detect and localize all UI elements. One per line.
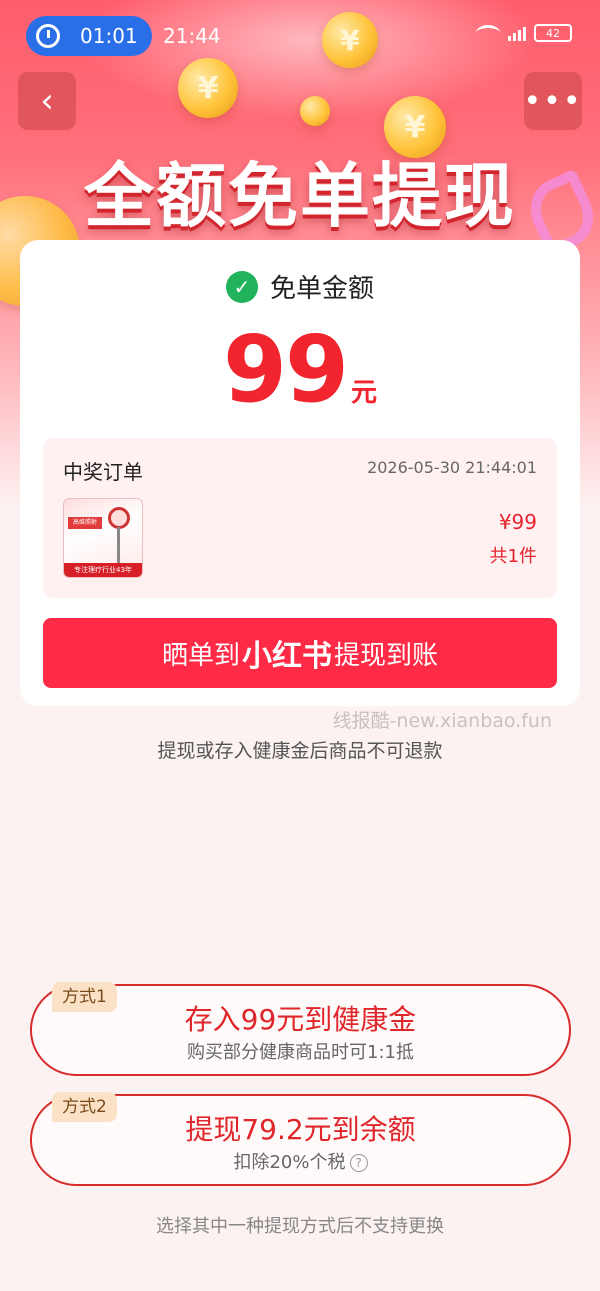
thumb-band: 专注理疗行业43年 (64, 563, 142, 577)
order-title: 中奖订单 (63, 460, 143, 484)
option-subtitle: 购买部分健康商品时可1:1抵 (187, 1042, 414, 1063)
chevron-left-icon: ‹ (40, 81, 54, 121)
share-to-xiaohongshu-button[interactable]: 晒单到 小红书 提现到账 (43, 618, 557, 688)
option-withdraw-balance[interactable]: 方式2 提现79.2元到余额 扣除20%个税? (30, 1092, 571, 1186)
option-health-fund[interactable]: 方式1 存入99元到健康金 购买部分健康商品时可1:1抵 (30, 982, 571, 1076)
option-title: 提现79.2元到余额 (185, 1113, 416, 1146)
refund-note: 提现或存入健康金后商品不可退款 (157, 740, 443, 762)
system-icons: 42 (476, 24, 572, 42)
tax-note: 扣除20%个税 (233, 1152, 346, 1173)
product-thumbnail[interactable]: 高维照射 专注理疗行业43年 (63, 498, 143, 578)
free-order-card: ✓ 免单金额 99 元 中奖订单 2026-05-30 21:44:01 高维照射… (20, 240, 580, 706)
status-bar: 01:01 21:44 42 (0, 0, 600, 72)
wifi-icon (476, 25, 500, 41)
cta-suffix: 提现到账 (334, 640, 439, 671)
help-icon[interactable]: ? (349, 1154, 368, 1172)
coin-icon (300, 96, 330, 126)
timer-text: 01:01 (80, 24, 138, 48)
amount-label: 免单金额 (269, 274, 374, 304)
clock-icon (36, 24, 60, 48)
xiaohongshu-logo: 小红书 (242, 639, 332, 674)
back-button[interactable]: ‹ (18, 72, 76, 130)
lamp-icon (108, 507, 130, 529)
system-time: 21:44 (163, 24, 221, 48)
cta-prefix: 晒单到 (161, 640, 240, 671)
order-price: ¥99 (498, 510, 537, 534)
option-title: 存入99元到健康金 (184, 1003, 417, 1036)
hero-title: 全额免单提现 (84, 155, 516, 237)
amount-value: 99 (222, 316, 349, 423)
watermark: 线报酷-new.xianbao.fun (332, 710, 552, 732)
amount-display: 99 元 (20, 316, 580, 423)
timer-pill[interactable]: 01:01 (26, 16, 152, 56)
signal-icon (508, 25, 526, 41)
option-subtitle: 扣除20%个税? (32, 1148, 569, 1174)
order-count: 共1件 (489, 546, 537, 567)
check-circle-icon: ✓ (225, 270, 258, 303)
winning-order[interactable]: 中奖订单 2026-05-30 21:44:01 高维照射 专注理疗行业43年 … (43, 438, 557, 598)
more-dots-icon: ••• (523, 83, 583, 119)
order-time: 2026-05-30 21:44:01 (367, 458, 537, 477)
bottom-note: 选择其中一种提现方式后不支持更换 (156, 1216, 444, 1237)
amount-unit: 元 (351, 378, 378, 408)
lamp-pole (117, 527, 120, 567)
thumb-tag: 高维照射 (68, 517, 102, 529)
battery-icon: 42 (534, 24, 572, 42)
amount-label-row: ✓ 免单金额 (20, 268, 580, 305)
more-button[interactable]: ••• (523, 72, 583, 130)
